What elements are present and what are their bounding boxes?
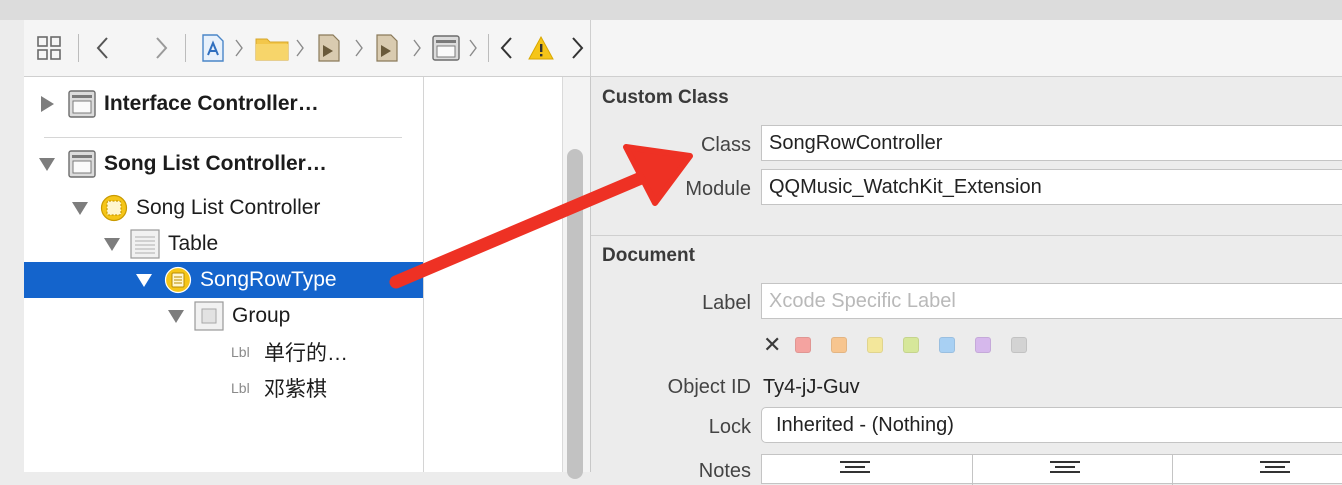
disclosure-expanded-icon[interactable] — [136, 274, 152, 287]
outline-item-label: 单行的… — [264, 342, 348, 365]
app-file-icon[interactable] — [198, 20, 228, 76]
yellow-color-swatch[interactable] — [867, 337, 884, 353]
label-type-tag: Lbl — [231, 380, 250, 396]
vertical-scrollbar[interactable] — [563, 77, 591, 479]
scrollbar-thumb[interactable] — [567, 149, 583, 479]
lock-label: Lock — [708, 416, 751, 438]
outline-item-table[interactable]: Table — [24, 226, 423, 262]
outline-item-label: Song List Controller — [136, 196, 321, 219]
row-controller-icon — [164, 266, 192, 300]
path-chevron-icon — [292, 20, 308, 76]
orange-color-swatch[interactable] — [831, 337, 848, 353]
storyboard-icon[interactable] — [372, 20, 402, 76]
disclosure-expanded-icon[interactable] — [72, 202, 88, 215]
outline-item-label: Interface Controller… — [104, 92, 319, 115]
label-type-tag: Lbl — [231, 344, 250, 360]
back-chevron-icon[interactable] — [90, 20, 116, 76]
controller-scene-icon[interactable] — [429, 20, 463, 76]
document-outline: Interface Controller… Song List Controll… — [24, 77, 424, 472]
outline-item-label-element[interactable]: Lbl 邓紫棋 — [24, 370, 423, 406]
lock-popup-button[interactable]: Inherited - (Nothing) — [761, 407, 1342, 443]
outline-item-label: SongRowType — [200, 268, 337, 291]
label-field-label: Label — [702, 292, 751, 314]
outline-item-song-list-controller[interactable]: Song List Controller — [24, 190, 423, 226]
outline-item-interface-controller-scene[interactable]: Interface Controller… — [24, 86, 423, 122]
outline-item-label: Table — [168, 232, 219, 255]
grid-icon[interactable] — [34, 20, 64, 76]
outline-item-song-list-controller-scene[interactable]: Song List Controller… — [24, 146, 423, 182]
label-color-picker: ✕ — [763, 334, 1047, 356]
next-issue-chevron-icon[interactable] — [564, 20, 590, 76]
disclosure-expanded-icon[interactable] — [104, 238, 120, 251]
section-divider — [591, 235, 1342, 236]
path-chevron-icon — [409, 20, 425, 76]
purple-color-swatch[interactable] — [975, 337, 992, 353]
blue-color-swatch[interactable] — [939, 337, 956, 353]
align-center-icon[interactable] — [1050, 461, 1080, 476]
identity-inspector: Custom Class Class SongRowController Mod… — [591, 20, 1342, 485]
prev-issue-chevron-icon[interactable] — [494, 20, 520, 76]
canvas-area — [424, 77, 563, 472]
path-chevron-icon — [351, 20, 367, 76]
outline-item-song-row-type[interactable]: SongRowType — [24, 262, 423, 298]
object-id-label: Object ID — [667, 376, 751, 398]
window-top-strip — [0, 0, 1342, 21]
outline-item-label-element[interactable]: Lbl 单行的… — [24, 334, 423, 370]
outline-item-label: 邓紫棋 — [264, 378, 327, 401]
notes-format-bar — [761, 454, 1342, 485]
warning-icon[interactable] — [526, 20, 556, 76]
group-icon — [194, 301, 224, 337]
scene-icon — [68, 150, 96, 184]
jump-bar — [24, 20, 591, 77]
red-color-swatch[interactable] — [795, 337, 812, 353]
disclosure-expanded-icon[interactable] — [168, 310, 184, 323]
align-center-icon[interactable] — [1260, 461, 1290, 476]
xcode-label-field[interactable]: Xcode Specific Label — [761, 283, 1342, 319]
storyboard-icon[interactable] — [314, 20, 344, 76]
module-field[interactable]: QQMusic_WatchKit_Extension — [761, 169, 1342, 205]
document-section-title: Document — [602, 245, 695, 266]
left-gutter — [0, 20, 25, 472]
module-label: Module — [685, 178, 751, 200]
align-center-icon[interactable] — [840, 461, 870, 476]
disclosure-expanded-icon[interactable] — [39, 158, 55, 171]
outline-item-label: Song List Controller… — [104, 152, 327, 175]
forward-chevron-icon[interactable] — [148, 20, 174, 76]
outline-item-label: Group — [232, 304, 291, 327]
gray-color-swatch[interactable] — [1011, 337, 1028, 353]
path-chevron-icon — [231, 20, 247, 76]
folder-icon[interactable] — [254, 20, 290, 76]
green-color-swatch[interactable] — [903, 337, 920, 353]
table-icon — [130, 229, 160, 265]
clear-color-icon[interactable]: ✕ — [763, 334, 781, 356]
object-id-value: Ty4-jJ-Guv — [763, 376, 860, 398]
controller-icon — [100, 194, 128, 228]
class-field[interactable]: SongRowController — [761, 125, 1342, 161]
outline-divider — [44, 137, 402, 138]
custom-class-section-title: Custom Class — [602, 87, 729, 108]
outline-item-group[interactable]: Group — [24, 298, 423, 334]
disclosure-collapsed-icon[interactable] — [41, 96, 54, 112]
path-chevron-icon — [465, 20, 481, 76]
inspector-toolbar — [591, 20, 1342, 77]
scene-icon — [68, 90, 96, 124]
class-label: Class — [700, 134, 751, 156]
